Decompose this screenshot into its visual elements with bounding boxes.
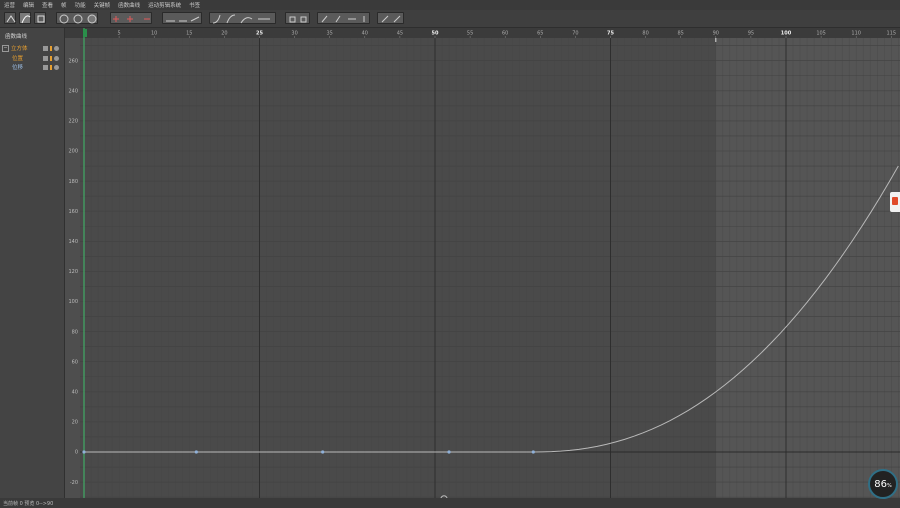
y-tick-label: 260 [68,58,78,64]
y-tick-label: 240 [68,89,78,95]
curve-mode-icon[interactable] [19,12,31,24]
y-tick-label: 80 [72,329,78,335]
menu-bar: 运营 编辑 查看 帧 功能 关键帧 函数曲线 运动剪辑系统 书签 [0,0,900,10]
x-tick-label: 85 [678,31,684,37]
y-tick-label: 220 [68,119,78,125]
y-tick-label: 100 [68,299,78,305]
y-tick-label: 180 [68,179,78,185]
lock-icon[interactable] [50,55,52,61]
x-tick-label: 80 [642,31,648,37]
status-bar: 当前帧 0 预览 0-->90 [0,498,900,508]
x-tick-label: 25 [256,31,263,37]
menu-item-file[interactable]: 运营 [0,1,19,9]
menu-item-view[interactable]: 查看 [38,1,57,9]
spline-icon[interactable] [209,12,276,24]
tree-item-object[interactable]: − 立方体 [2,44,62,52]
x-tick-label: 65 [537,31,543,37]
keyframe-point[interactable] [447,450,451,454]
x-tick-label: 105 [816,31,826,37]
menu-item-bookmarks[interactable]: 书签 [185,1,204,9]
key-mode-icon[interactable] [4,12,16,24]
menu-item-fcurve[interactable]: 函数曲线 [114,1,144,9]
y-tick-label: 20 [72,420,78,426]
eye-icon[interactable] [54,45,59,51]
lock-time-icon[interactable] [285,12,310,24]
y-tick-label: 160 [68,209,78,215]
clamp-icon[interactable] [377,12,404,24]
eye-icon[interactable] [54,55,59,61]
x-tick-label: 55 [467,31,473,37]
layer-icon[interactable] [43,45,48,51]
break-tangent-icon[interactable] [317,12,370,24]
x-tick-label: 60 [502,31,508,37]
y-tick-label: 0 [75,450,78,456]
tree-item-label: 位移 [12,65,24,71]
x-tick-label: 40 [362,31,368,37]
x-tick-label: 115 [887,31,897,37]
side-widget-icon[interactable] [890,192,900,212]
x-tick-label: 5 [118,31,121,37]
visibility-icons[interactable] [43,55,59,61]
keyframe-point[interactable] [194,450,198,454]
linear-icon[interactable] [162,12,202,24]
keyframe-point[interactable] [531,450,535,454]
y-tick-label: 60 [72,359,78,365]
x-tick-label: 90 [713,31,719,37]
lock-icon[interactable] [50,64,52,70]
zoom-value: 86 [874,478,887,490]
x-tick-label: 10 [151,31,157,37]
status-text: 当前帧 0 预览 0-->90 [3,501,54,507]
layer-icon[interactable] [43,55,48,61]
x-tick-label: 110 [851,31,861,37]
y-tick-label: 140 [68,239,78,245]
tree-item-label: 立方体 [11,46,28,52]
x-tick-label: 30 [291,31,297,37]
menu-item-edit[interactable]: 编辑 [19,1,38,9]
tree-item-position[interactable]: 位置 [10,54,62,62]
x-tick-label: 20 [221,31,227,37]
tree-item-label: 位置 [12,56,24,62]
visibility-icons[interactable] [43,64,59,70]
lock-icon[interactable] [50,45,52,51]
eye-icon[interactable] [54,64,59,70]
visibility-icons[interactable] [43,45,59,51]
collapse-icon[interactable]: − [2,44,9,52]
value-ruler[interactable] [65,38,80,498]
y-tick-label: -20 [70,480,78,486]
zoom-indicator[interactable]: 86% [868,469,898,499]
keyframe-point[interactable] [82,450,86,454]
layer-icon[interactable] [43,64,48,70]
y-tick-label: 40 [72,390,78,396]
x-tick-label: 70 [572,31,578,37]
y-tick-label: 200 [68,149,78,155]
x-tick-label: 15 [186,31,192,37]
menu-item-functions[interactable]: 功能 [71,1,90,9]
x-tick-label: 35 [327,31,333,37]
frame-select-icon[interactable] [34,12,46,24]
menu-item-motion-clip[interactable]: 运动剪辑系统 [144,1,185,9]
x-tick-label: 45 [397,31,403,37]
x-tick-label: 95 [748,31,754,37]
fcurve-graph[interactable]: 5 10 15 20 25 30 35 40 45 50 55 60 65 70 75 80 85 90 95 100… [65,28,900,498]
y-tick-label: 120 [68,269,78,275]
keyframe-point[interactable] [321,450,325,454]
zoom-unit: % [886,483,892,489]
move-icon[interactable] [56,12,98,24]
toolbar [0,10,900,28]
x-tick-label: 50 [432,31,439,37]
add-key-icon[interactable] [110,12,152,24]
playhead-handle[interactable] [83,29,87,37]
menu-item-keyframes[interactable]: 关键帧 [90,1,115,9]
x-tick-label: 75 [607,31,614,37]
x-tick-label: 100 [781,31,792,37]
tree-item-displacement[interactable]: 位移 [10,63,62,71]
fcurve-tree-panel: 函数曲线 − 立方体 位置 位移 [0,28,65,498]
menu-item-frame[interactable]: 帧 [57,1,71,9]
panel-title: 函数曲线 [5,34,28,40]
